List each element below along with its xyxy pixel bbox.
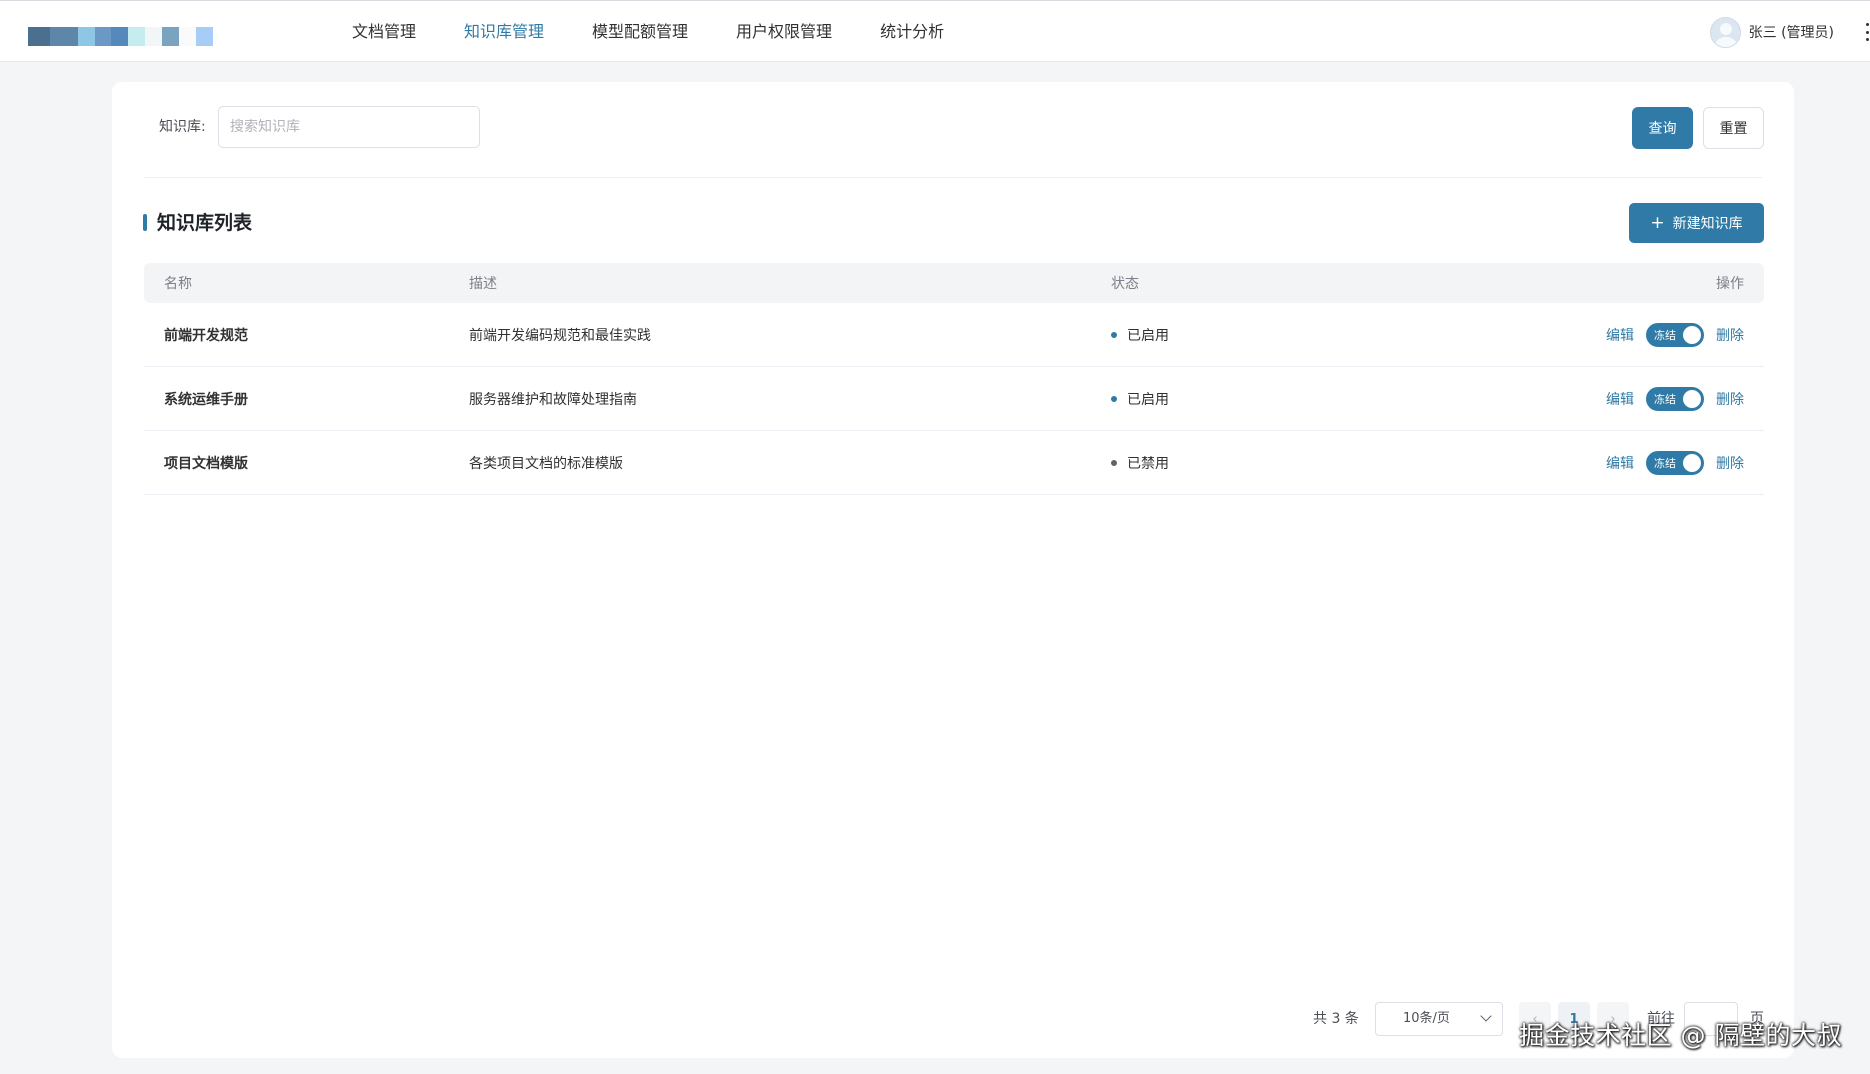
status-text: 已启用	[1127, 391, 1169, 408]
row-name: 系统运维手册	[164, 391, 248, 408]
table-row: 前端开发规范 前端开发编码规范和最佳实践 已启用 编辑 冻结 删除	[144, 303, 1764, 367]
table-row: 系统运维手册 服务器维护和故障处理指南 已启用 编辑 冻结 删除	[144, 367, 1764, 431]
row-status: 已启用	[1091, 325, 1491, 345]
row-operations: 编辑 冻结 删除	[1491, 386, 1764, 411]
reset-button[interactable]: 重置	[1703, 107, 1764, 149]
table-row: 项目文档模版 各类项目文档的标准模版 已禁用 编辑 冻结 删除	[144, 431, 1764, 495]
top-navigation-bar: 文档管理 知识库管理 模型配额管理 用户权限管理 统计分析 张三 (管理员)	[0, 0, 1870, 62]
toggle-knob	[1683, 389, 1701, 408]
nav-item[interactable]: 文档管理	[328, 1, 440, 63]
status-dot	[1111, 395, 1117, 402]
delete-button[interactable]: 删除	[1716, 325, 1744, 345]
row-description: 各类项目文档的标准模版	[469, 455, 623, 472]
table-header: 名称 描述 状态 操作	[144, 263, 1764, 303]
row-operations: 编辑 冻结 删除	[1491, 322, 1764, 347]
freeze-toggle[interactable]: 冻结	[1646, 450, 1704, 475]
nav-item[interactable]: 统计分析	[856, 1, 968, 63]
column-header-name: 名称	[164, 276, 192, 292]
row-operations: 编辑 冻结 删除	[1491, 450, 1764, 475]
logo-block	[179, 27, 196, 46]
row-description: 服务器维护和故障处理指南	[469, 391, 637, 408]
more-vertical-icon[interactable]	[1864, 23, 1870, 41]
table-body: 前端开发规范 前端开发编码规范和最佳实践 已启用 编辑 冻结 删除 系统运维手册 服务器维护和…	[144, 303, 1764, 495]
user-name: 张三 (管理员)	[1748, 25, 1834, 41]
row-name: 项目文档模版	[164, 455, 248, 472]
avatar[interactable]	[1709, 16, 1741, 48]
query-button[interactable]: 查询	[1632, 107, 1693, 149]
chevron-down-icon	[1480, 1010, 1492, 1022]
edit-button[interactable]: 编辑	[1606, 453, 1634, 473]
plus-icon: +	[1650, 212, 1665, 233]
app-logo[interactable]	[28, 27, 213, 46]
section-accent-bar	[143, 214, 147, 231]
column-header-operations: 操作	[1716, 276, 1744, 292]
logo-block	[111, 27, 128, 46]
toggle-knob	[1683, 453, 1701, 472]
row-status: 已禁用	[1091, 453, 1491, 473]
column-header-status: 状态	[1111, 276, 1139, 292]
page-size-value: 10条/页	[1403, 1011, 1450, 1026]
delete-button[interactable]: 删除	[1716, 453, 1744, 473]
logo-block	[128, 27, 145, 46]
page-size-select[interactable]: 10条/页	[1375, 1002, 1503, 1036]
freeze-toggle[interactable]: 冻结	[1646, 386, 1704, 411]
delete-button[interactable]: 删除	[1716, 389, 1744, 409]
new-knowledge-base-button[interactable]: + 新建知识库	[1629, 203, 1764, 243]
status-dot	[1111, 459, 1117, 466]
status-dot	[1111, 331, 1117, 338]
status-text: 已禁用	[1127, 455, 1169, 472]
watermark: 掘金技术社区 @ 隔壁的大叔	[1519, 1021, 1842, 1050]
search-label: 知识库:	[159, 119, 206, 135]
section-title: 知识库列表	[157, 212, 253, 234]
nav-item[interactable]: 模型配额管理	[568, 1, 712, 63]
main-card: 知识库: 查询 重置 知识库列表 + 新建知识库 名称 描述 状态 操作 前端开…	[112, 82, 1794, 1058]
total-count: 共 3 条	[1313, 1011, 1359, 1027]
logo-block	[78, 27, 95, 46]
nav-item[interactable]: 知识库管理	[440, 1, 568, 63]
freeze-toggle-label: 冻结	[1654, 392, 1676, 406]
logo-block	[50, 27, 78, 46]
freeze-toggle[interactable]: 冻结	[1646, 322, 1704, 347]
row-name: 前端开发规范	[164, 327, 248, 344]
edit-button[interactable]: 编辑	[1606, 389, 1634, 409]
nav-item[interactable]: 用户权限管理	[712, 1, 856, 63]
logo-block	[95, 27, 111, 46]
logo-block	[28, 27, 50, 46]
search-input[interactable]	[218, 106, 480, 148]
toggle-knob	[1683, 325, 1701, 344]
logo-block	[196, 27, 213, 46]
main-nav: 文档管理 知识库管理 模型配额管理 用户权限管理 统计分析	[328, 1, 968, 63]
column-header-description: 描述	[469, 276, 497, 292]
row-status: 已启用	[1091, 389, 1491, 409]
knowledge-base-table: 名称 描述 状态 操作 前端开发规范 前端开发编码规范和最佳实践 已启用 编辑 冻结 删除…	[144, 263, 1764, 495]
freeze-toggle-label: 冻结	[1654, 328, 1676, 342]
new-knowledge-base-label: 新建知识库	[1672, 216, 1743, 232]
edit-button[interactable]: 编辑	[1606, 325, 1634, 345]
status-text: 已启用	[1127, 327, 1169, 344]
logo-block	[145, 27, 162, 46]
logo-block	[162, 27, 179, 46]
row-description: 前端开发编码规范和最佳实践	[469, 327, 651, 344]
user-menu[interactable]: 张三 (管理员)	[1709, 15, 1834, 49]
freeze-toggle-label: 冻结	[1654, 456, 1676, 470]
divider	[144, 177, 1762, 178]
